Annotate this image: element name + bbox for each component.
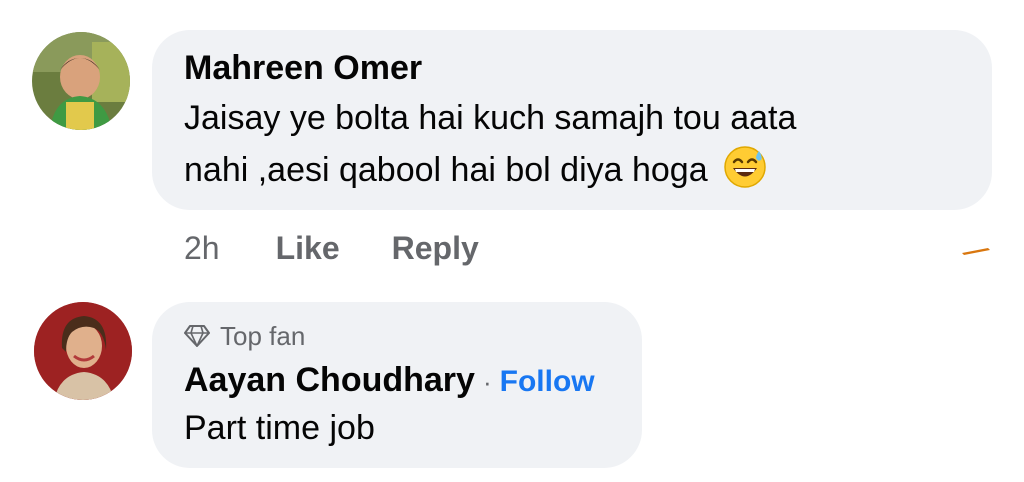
comment-text: Part time job bbox=[184, 409, 375, 447]
like-button[interactable]: Like bbox=[276, 230, 340, 267]
comment-actions: 2h Like Reply bbox=[184, 228, 531, 268]
comment-aayan-choudhary: Top fan Aayan Choudhary · Follow Part ti… bbox=[0, 290, 1024, 482]
comment-author[interactable]: Mahreen Omer bbox=[184, 48, 960, 88]
avatar-woman-photo bbox=[34, 302, 132, 400]
follow-button[interactable]: Follow bbox=[500, 365, 595, 399]
sweat-smile-emoji-icon bbox=[723, 145, 767, 204]
comment-text-line-2: nahi ,aesi qabool hai bol diya hoga bbox=[184, 144, 960, 204]
comment-author[interactable]: Aayan Choudhary bbox=[184, 360, 475, 400]
avatar[interactable] bbox=[34, 302, 132, 400]
avatar[interactable] bbox=[32, 32, 130, 130]
comment-mahreen-omer: Mahreen Omer Jaisay ye bolta hai kuch sa… bbox=[0, 0, 1024, 290]
avatar-child-photo bbox=[32, 32, 130, 130]
comment-bubble: Top fan Aayan Choudhary · Follow Part ti… bbox=[152, 302, 642, 468]
comment-text-line-2-text: nahi ,aesi qabool hai bol diya hoga bbox=[184, 151, 708, 189]
separator-dot: · bbox=[482, 367, 492, 397]
comment-text: Jaisay ye bolta hai kuch samajh tou aata… bbox=[184, 92, 960, 204]
diamond-icon bbox=[184, 324, 210, 348]
author-row: Aayan Choudhary · Follow bbox=[184, 360, 610, 400]
reply-button[interactable]: Reply bbox=[392, 230, 479, 267]
comment-text-line-1: Jaisay ye bolta hai kuch samajh tou aata bbox=[184, 99, 797, 137]
edge-fragment-icon bbox=[962, 248, 990, 255]
top-fan-badge: Top fan bbox=[184, 318, 610, 354]
badge-label: Top fan bbox=[220, 320, 306, 351]
comment-timestamp[interactable]: 2h bbox=[184, 230, 220, 267]
comment-bubble: Mahreen Omer Jaisay ye bolta hai kuch sa… bbox=[152, 30, 992, 210]
